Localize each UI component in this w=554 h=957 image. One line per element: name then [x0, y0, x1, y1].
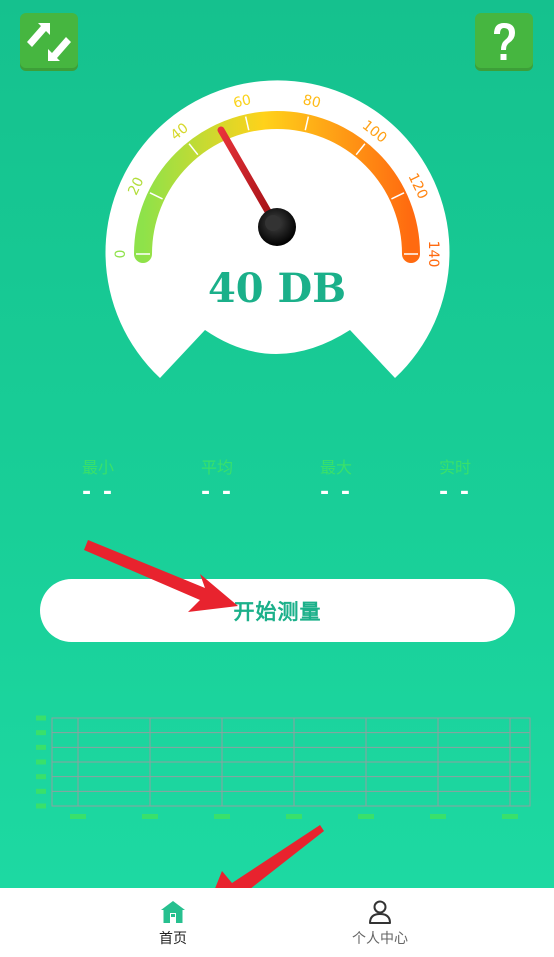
chart-x-tick-mark [502, 814, 518, 819]
refresh-button[interactable] [20, 13, 78, 71]
stat-realtime-label: 实时 [438, 458, 471, 477]
nav-profile-label: 个人中心 [352, 931, 408, 947]
stat-min-value: - - [82, 480, 114, 505]
gauge-tick-label: 0 [113, 250, 129, 259]
stat-avg-label: 平均 [200, 458, 233, 477]
start-measure-button[interactable]: 开始测量 [40, 579, 515, 642]
chart-y-tick-mark [36, 788, 46, 794]
stats-row: 最小 - - 平均 - - 最大 - - 实时 - - [25, 458, 545, 518]
chart-x-tick-mark [430, 814, 446, 819]
stat-max-value: - - [320, 480, 352, 505]
stat-min-label: 最小 [81, 458, 114, 477]
chart-y-tick-marks [36, 715, 46, 809]
stat-min: 最小 - - [58, 458, 138, 508]
question-mark-icon [494, 23, 515, 60]
chart-x-tick-mark [358, 814, 374, 819]
chart-y-tick-mark [36, 730, 46, 736]
chart-y-tick-mark [36, 803, 46, 809]
nav-tab-profile[interactable]: 个人中心 [280, 888, 480, 957]
house-icon [161, 901, 185, 923]
stat-max-label: 最大 [319, 458, 352, 477]
nav-tab-home[interactable]: 首页 [73, 888, 273, 957]
stat-realtime-value: - - [439, 480, 471, 505]
chart-horizontal-gridlines [52, 732, 530, 792]
nav-home-label: 首页 [159, 931, 187, 947]
refresh-arrows-icon [27, 23, 71, 61]
gauge-tick-label: 140 [425, 241, 441, 268]
chart-y-tick-mark [36, 759, 46, 765]
stat-realtime: 实时 - - [415, 458, 495, 508]
chart-y-tick-mark [36, 744, 46, 750]
chart-x-tick-mark [70, 814, 86, 819]
sound-level-gauge: 0204060 80100120140 40 DB [105, 80, 450, 378]
chart-x-tick-mark [286, 814, 302, 819]
stat-avg-value: - - [201, 480, 233, 505]
bottom-nav-bar: 首页 个人中心 [0, 888, 554, 957]
help-button[interactable] [475, 13, 533, 71]
gauge-hub-highlight [265, 215, 281, 231]
chart-y-tick-mark [36, 774, 46, 780]
noise-history-chart [36, 715, 531, 819]
person-icon [369, 900, 391, 924]
chart-x-tick-mark [214, 814, 230, 819]
chart-x-tick-marks [70, 814, 518, 819]
chart-x-tick-mark [142, 814, 158, 819]
chart-y-tick-mark [36, 715, 46, 721]
stat-avg: 平均 - - [177, 458, 257, 508]
gauge-reading: 40 DB [208, 265, 346, 312]
stat-max: 最大 - - [296, 458, 376, 508]
